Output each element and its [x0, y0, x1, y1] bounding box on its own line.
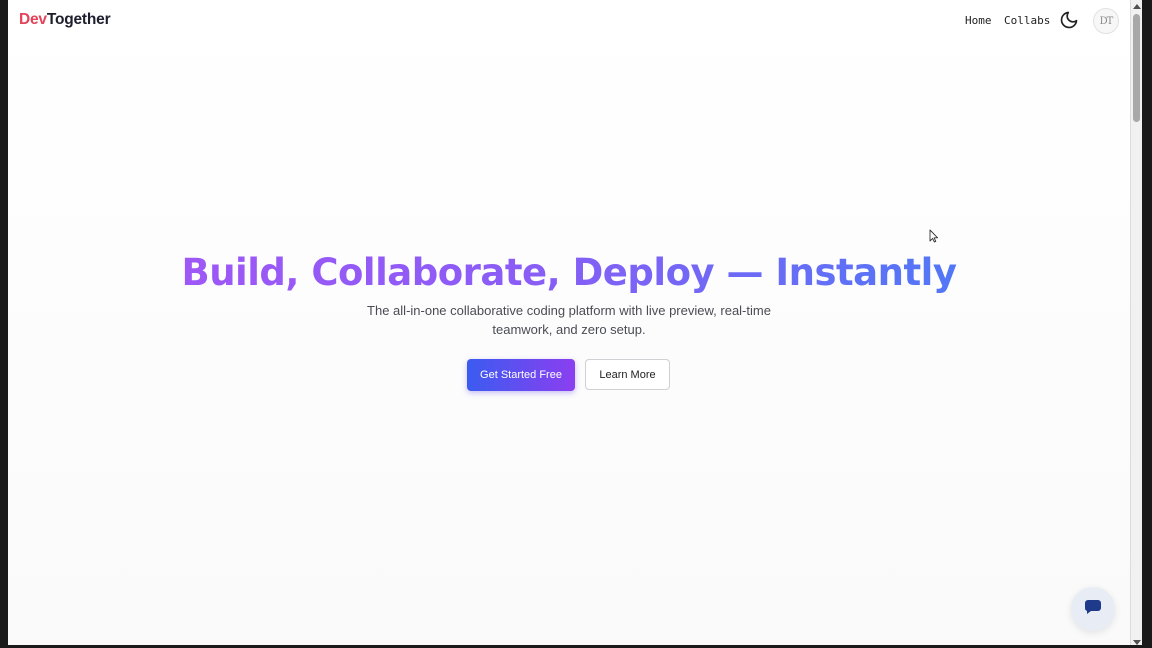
- hero-subtitle: The all-in-one collaborative coding plat…: [319, 301, 819, 339]
- nav-link-home[interactable]: Home: [965, 14, 992, 27]
- brand-suffix: Together: [46, 11, 111, 28]
- get-started-button[interactable]: Get Started Free: [467, 359, 575, 391]
- chat-button[interactable]: [1071, 587, 1115, 631]
- scroll-thumb[interactable]: [1133, 14, 1140, 122]
- hero-subtitle-line-1: The all-in-one collaborative coding plat…: [367, 303, 771, 318]
- chat-bubble-icon: [1084, 599, 1102, 620]
- hero-title: Build, Collaborate, Deploy — Instantly: [8, 250, 1130, 296]
- scroll-up-arrow-icon[interactable]: [1133, 4, 1141, 9]
- mouse-pointer-icon: [929, 229, 939, 243]
- top-navbar: DevTogether Home Collabs DT: [8, 0, 1130, 42]
- hero-subtitle-line-2: teamwork, and zero setup.: [492, 322, 646, 337]
- learn-more-button[interactable]: Learn More: [585, 359, 670, 390]
- brand-logo[interactable]: DevTogether: [19, 11, 111, 29]
- moon-icon[interactable]: [1059, 10, 1079, 30]
- brand-prefix: Dev: [19, 11, 47, 28]
- window-frame-right: [1142, 0, 1152, 648]
- browser-viewport: DevTogether Home Collabs DT Build, Colla…: [8, 0, 1130, 645]
- avatar-initials: DT: [1099, 15, 1114, 27]
- avatar[interactable]: DT: [1093, 8, 1119, 34]
- nav-link-collabs[interactable]: Collabs: [1004, 14, 1050, 27]
